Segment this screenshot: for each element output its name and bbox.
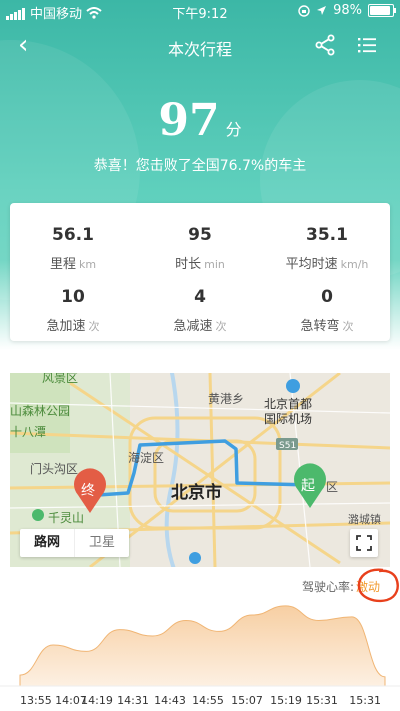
map-label: 北京首都国际机场 (264, 397, 312, 426)
end-marker-label: 终 (81, 483, 95, 499)
stat-value: 0 (321, 287, 333, 307)
x-tick-label: 13:55 (20, 694, 52, 707)
airport-label: 北京首都 (264, 397, 312, 411)
score-message: 恭喜！您击败了全国76.7%的车主 (93, 158, 307, 174)
route-map[interactable]: 风景区 山森林公园 十八潭 门头沟区 千灵山 海淀区 北京市 黄港乡 北京首都国… (10, 373, 390, 567)
share-icon[interactable] (314, 34, 336, 56)
score-unit: 分 (225, 120, 242, 139)
map-type-toggle: 路网 卫星 (20, 529, 129, 557)
stat-label: 时长 (175, 257, 202, 272)
stat-hard-accel: 10 急加速次 (10, 287, 136, 334)
stat-hard-brake: 4 急减速次 (137, 287, 263, 334)
x-tick-label: 15:19 (270, 694, 302, 707)
map-river (164, 373, 180, 567)
tab-satellite[interactable]: 卫星 (74, 529, 129, 557)
airport-icon (286, 379, 300, 393)
map-label: 门头沟区 (30, 461, 78, 476)
map-label-city: 北京市 (171, 482, 222, 503)
stat-label: 急加速 (46, 319, 86, 334)
stat-label: 急减速 (173, 319, 213, 334)
stat-unit: 次 (342, 320, 354, 333)
list-menu-icon[interactable] (356, 34, 378, 56)
start-marker-label: 起 (301, 478, 315, 494)
battery-percent: 98% (333, 3, 362, 18)
stat-value: 10 (61, 287, 85, 307)
expand-icon[interactable] (350, 529, 378, 557)
stat-unit: min (204, 258, 225, 271)
rotation-lock-icon (298, 4, 310, 17)
map-label: 风景区 (42, 373, 78, 385)
park-icon (32, 509, 44, 521)
x-tick-label: 15:31 (349, 694, 381, 707)
x-tick-label: 14:19 (81, 694, 113, 707)
tab-road-network[interactable]: 路网 (20, 529, 74, 557)
stat-value: 35.1 (306, 225, 348, 245)
stat-value: 95 (188, 225, 212, 245)
stat-label: 平均时速 (285, 257, 338, 272)
map-label: 千灵山 (48, 511, 84, 525)
map-label: 海淀区 (128, 450, 164, 465)
trip-stats-card: 56.1 里程 km 95 时长 min 35.1 平均时速 km/h 10 急加速次… (10, 203, 390, 341)
stat-sharp-turn: 0 急转弯次 (264, 287, 390, 334)
stat-mileage: 56.1 里程 km (10, 225, 136, 272)
heart-rate-area (19, 605, 386, 687)
map-label: 潞城镇 (348, 512, 381, 526)
stat-unit: 次 (88, 320, 100, 333)
x-tick-label: 14:31 (117, 694, 149, 707)
map-label: 十八潭 (10, 425, 46, 439)
road-shield-label: S51 (279, 441, 296, 451)
heart-rate-chart: 13:55 14:0714:19 14:31 14:43 14:55 15:07 15:19… (0, 605, 400, 707)
driving-score: 97 分 (0, 95, 400, 146)
map-label: 区 (326, 480, 338, 494)
stat-unit: km (78, 258, 97, 271)
stat-label: 里程 (49, 257, 76, 272)
x-tick-label: 14:43 (154, 694, 186, 707)
map-label: 黄港乡 (208, 392, 244, 406)
stat-value: 56.1 (52, 225, 94, 245)
x-tick-label: 15:07 (231, 694, 263, 707)
score-value: 97 (158, 95, 220, 146)
location-icon (317, 6, 327, 15)
stat-unit: 次 (215, 320, 227, 333)
stat-duration: 95 时长 min (137, 225, 263, 272)
map-label: 山森林公园 (10, 403, 70, 418)
poi-icon (189, 552, 201, 564)
airport-label: 国际机场 (264, 412, 312, 426)
stat-unit: km/h (340, 258, 369, 271)
x-tick-label: 14:55 (192, 694, 224, 707)
stat-label: 急转弯 (300, 319, 340, 334)
nav-bar: ‹ 本次行程 (0, 26, 400, 66)
page-title: 本次行程 (167, 40, 232, 59)
battery-icon (368, 4, 396, 17)
status-bar: 中国移动 下午9:12 98% (0, 0, 400, 22)
stat-avg-speed: 35.1 平均时速 km/h (264, 225, 390, 272)
x-tick-label: 15:31 (306, 694, 338, 707)
stat-value: 4 (194, 287, 206, 307)
